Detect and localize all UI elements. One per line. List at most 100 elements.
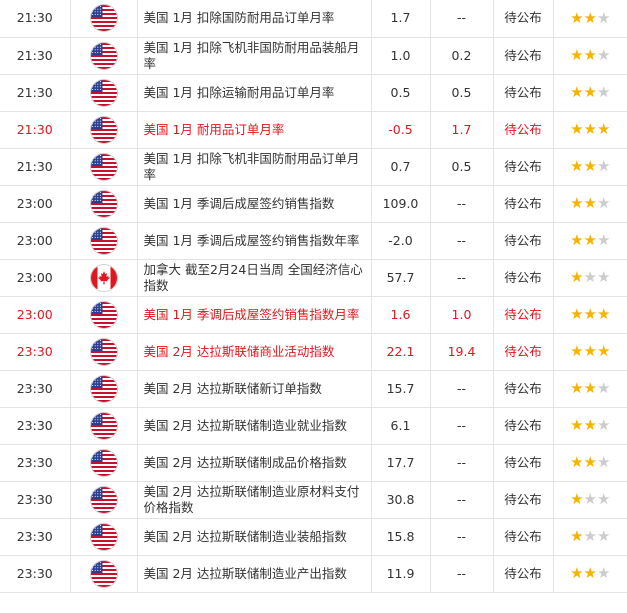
previous-value: 30.8 <box>371 481 431 519</box>
forecast-value: 0.5 <box>430 148 494 186</box>
actual-value: 待公布 <box>493 296 554 334</box>
importance-rating: ★★★ <box>570 528 610 544</box>
importance-stars: ★★★ <box>553 74 627 112</box>
table-row[interactable]: 23:30 美国 2月 达拉斯联储制造业产出指数 11.9 -- 待公布 ★★★ <box>0 555 627 593</box>
table-row[interactable]: 23:30 美国 2月 达拉斯联储制造业原材料支付价格指数 30.8 -- 待公… <box>0 481 627 519</box>
importance-stars: ★★★ <box>553 555 627 593</box>
forecast-value: -- <box>430 481 494 519</box>
star-filled-icon: ★ <box>570 194 584 212</box>
forecast-value: -- <box>430 0 494 38</box>
previous-value: 1.0 <box>371 37 431 75</box>
previous-value: 1.6 <box>371 296 431 334</box>
event-name[interactable]: 美国 2月 达拉斯联储制成品价格指数 <box>137 444 372 482</box>
us-flag-icon <box>90 338 117 365</box>
star-filled-icon: ★ <box>583 416 597 434</box>
star-empty-icon: ★ <box>583 490 597 508</box>
event-time: 21:30 <box>0 111 71 149</box>
event-name[interactable]: 美国 2月 达拉斯联储制造业就业指数 <box>137 407 372 445</box>
table-row[interactable]: 21:30 美国 1月 扣除飞机非国防耐用品订单月率 0.7 0.5 待公布 ★… <box>0 148 627 186</box>
event-name[interactable]: 美国 2月 达拉斯联储制造业装船指数 <box>137 518 372 556</box>
star-filled-icon: ★ <box>583 342 597 360</box>
country-flag-cell <box>70 370 138 408</box>
star-filled-icon: ★ <box>583 194 597 212</box>
star-filled-icon: ★ <box>570 268 584 286</box>
us-flag-icon <box>90 301 117 328</box>
country-flag-cell <box>70 222 138 260</box>
star-filled-icon: ★ <box>570 231 584 249</box>
us-flag-icon <box>90 523 117 550</box>
forecast-value: 0.2 <box>430 37 494 75</box>
event-name[interactable]: 美国 2月 达拉斯联储制造业产出指数 <box>137 555 372 593</box>
country-flag-cell <box>70 74 138 112</box>
actual-value: 待公布 <box>493 185 554 223</box>
country-flag-cell <box>70 185 138 223</box>
previous-value: 6.1 <box>371 407 431 445</box>
table-row[interactable]: 23:30 美国 2月 达拉斯联储商业活动指数 22.1 19.4 待公布 ★★… <box>0 333 627 371</box>
table-row[interactable]: 21:30 美国 1月 扣除国防耐用品订单月率 1.7 -- 待公布 ★★★ <box>0 0 627 38</box>
event-time: 23:30 <box>0 370 71 408</box>
table-row[interactable]: 21:30 美国 1月 扣除运输耐用品订单月率 0.5 0.5 待公布 ★★★ <box>0 74 627 112</box>
star-empty-icon: ★ <box>596 379 611 397</box>
importance-stars: ★★★ <box>553 296 627 334</box>
star-empty-icon: ★ <box>596 46 611 64</box>
importance-rating: ★★★ <box>570 380 610 396</box>
event-name[interactable]: 美国 1月 耐用品订单月率 <box>137 111 372 149</box>
previous-value: -2.0 <box>371 222 431 260</box>
star-filled-icon: ★ <box>583 231 597 249</box>
table-row[interactable]: 23:30 美国 2月 达拉斯联储制造业装船指数 15.8 -- 待公布 ★★★ <box>0 518 627 556</box>
event-name[interactable]: 美国 2月 达拉斯联储商业活动指数 <box>137 333 372 371</box>
event-name[interactable]: 美国 2月 达拉斯联储新订单指数 <box>137 370 372 408</box>
actual-value: 待公布 <box>493 74 554 112</box>
table-row[interactable]: 21:30 美国 1月 扣除飞机非国防耐用品装船月率 1.0 0.2 待公布 ★… <box>0 37 627 75</box>
event-time: 23:00 <box>0 185 71 223</box>
event-name[interactable]: 美国 1月 季调后成屋签约销售指数年率 <box>137 222 372 260</box>
table-row[interactable]: 23:00 加拿大 截至2月24日当周 全国经济信心指数 57.7 -- 待公布… <box>0 259 627 297</box>
event-name[interactable]: 美国 2月 达拉斯联储制造业原材料支付价格指数 <box>137 481 372 519</box>
actual-value: 待公布 <box>493 481 554 519</box>
table-row[interactable]: 23:00 美国 1月 季调后成屋签约销售指数月率 1.6 1.0 待公布 ★★… <box>0 296 627 334</box>
table-row[interactable]: 23:30 美国 2月 达拉斯联储制成品价格指数 17.7 -- 待公布 ★★★ <box>0 444 627 482</box>
star-filled-icon: ★ <box>570 490 584 508</box>
importance-stars: ★★★ <box>553 407 627 445</box>
importance-rating: ★★★ <box>570 306 610 322</box>
importance-rating: ★★★ <box>570 10 610 26</box>
star-filled-icon: ★ <box>570 120 584 138</box>
event-name[interactable]: 加拿大 截至2月24日当周 全国经济信心指数 <box>137 259 372 297</box>
event-name[interactable]: 美国 1月 扣除运输耐用品订单月率 <box>137 74 372 112</box>
star-empty-icon: ★ <box>596 416 611 434</box>
forecast-value: -- <box>430 222 494 260</box>
us-flag-icon <box>90 227 117 254</box>
us-flag-icon <box>90 190 117 217</box>
event-name[interactable]: 美国 1月 扣除飞机非国防耐用品订单月率 <box>137 148 372 186</box>
star-filled-icon: ★ <box>583 120 597 138</box>
event-name[interactable]: 美国 1月 季调后成屋签约销售指数月率 <box>137 296 372 334</box>
importance-stars: ★★★ <box>553 259 627 297</box>
event-name[interactable]: 美国 1月 扣除飞机非国防耐用品装船月率 <box>137 37 372 75</box>
previous-value: 109.0 <box>371 185 431 223</box>
us-flag-icon <box>90 560 117 587</box>
event-name[interactable]: 美国 1月 扣除国防耐用品订单月率 <box>137 0 372 38</box>
star-filled-icon: ★ <box>583 83 597 101</box>
star-filled-icon: ★ <box>570 305 584 323</box>
table-row[interactable]: 23:00 美国 1月 季调后成屋签约销售指数年率 -2.0 -- 待公布 ★★… <box>0 222 627 260</box>
forecast-value: -- <box>430 518 494 556</box>
table-row[interactable]: 23:00 美国 1月 季调后成屋签约销售指数 109.0 -- 待公布 ★★★ <box>0 185 627 223</box>
actual-value: 待公布 <box>493 222 554 260</box>
star-filled-icon: ★ <box>583 564 597 582</box>
table-row[interactable]: 23:30 美国 2月 达拉斯联储制造业就业指数 6.1 -- 待公布 ★★★ <box>0 407 627 445</box>
country-flag-cell <box>70 296 138 334</box>
star-empty-icon: ★ <box>596 157 611 175</box>
us-flag-icon <box>90 116 117 143</box>
event-name[interactable]: 美国 1月 季调后成屋签约销售指数 <box>137 185 372 223</box>
actual-value: 待公布 <box>493 518 554 556</box>
table-row[interactable]: 23:30 美国 2月 达拉斯联储新订单指数 15.7 -- 待公布 ★★★ <box>0 370 627 408</box>
previous-value: 22.1 <box>371 333 431 371</box>
previous-value: 57.7 <box>371 259 431 297</box>
table-row[interactable]: 21:30 美国 1月 耐用品订单月率 -0.5 1.7 待公布 ★★★ <box>0 111 627 149</box>
importance-rating: ★★★ <box>570 195 610 211</box>
event-time: 21:30 <box>0 148 71 186</box>
country-flag-cell <box>70 518 138 556</box>
us-flag-icon <box>90 449 117 476</box>
event-time: 23:30 <box>0 555 71 593</box>
country-flag-cell <box>70 333 138 371</box>
